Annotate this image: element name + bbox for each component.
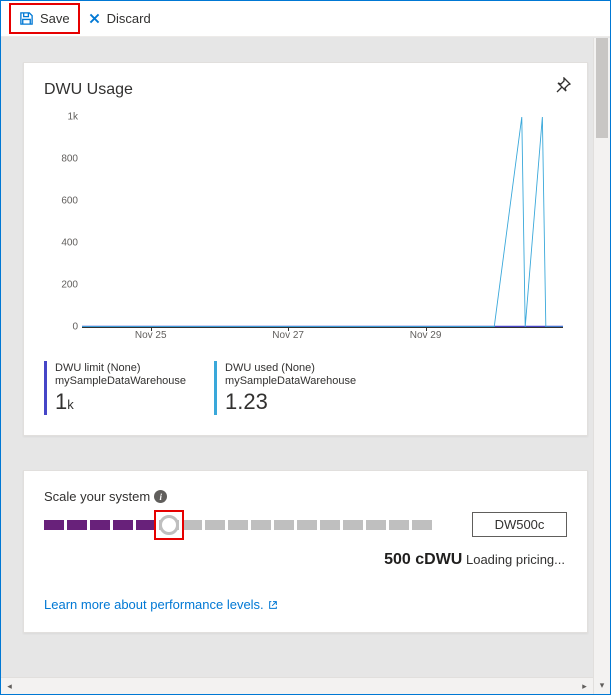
slider-segment[interactable] [412, 520, 432, 530]
close-icon [88, 12, 101, 25]
horizontal-scrollbar[interactable]: ◂ ▸ [1, 677, 593, 694]
slider-segment[interactable] [274, 520, 294, 530]
tier-value-box[interactable]: DW500c [472, 512, 567, 537]
x-tick-label: Nov 27 [272, 330, 304, 341]
scale-section-label: Scale your system i [44, 489, 567, 504]
slider-segment[interactable] [297, 520, 317, 530]
slider-thumb[interactable] [159, 515, 179, 535]
slider-segment[interactable] [228, 520, 248, 530]
summary-value: 500 cDWU [384, 551, 462, 568]
scale-card: Scale your system i DW500c 500 cDWU Load… [23, 470, 588, 633]
scroll-down-arrow[interactable]: ▾ [594, 677, 610, 694]
content-pane: DWU Usage 1k8006004002000 Nov 25Nov 27No… [1, 37, 610, 692]
discard-button[interactable]: Discard [80, 5, 159, 32]
y-tick-label: 400 [52, 238, 78, 249]
slider-segment[interactable] [182, 520, 202, 530]
pricing-summary: 500 cDWU Loading pricing... [44, 551, 567, 569]
slider-segment[interactable] [366, 520, 386, 530]
legend-item: DWU used (None)mySampleDataWarehouse 1.23 [214, 361, 356, 415]
save-icon [19, 11, 34, 26]
x-tick-label: Nov 29 [410, 330, 442, 341]
vertical-scroll-thumb[interactable] [596, 38, 608, 138]
slider-row: DW500c [44, 512, 567, 537]
chart-legend: DWU limit (None)mySampleDataWarehouse1kD… [44, 361, 567, 415]
learn-link-text: Learn more about performance levels. [44, 597, 264, 612]
save-button[interactable]: Save [9, 3, 80, 34]
y-tick-label: 200 [52, 280, 78, 291]
chart-title: DWU Usage [44, 81, 567, 99]
slider-segment[interactable] [389, 520, 409, 530]
slider-segment[interactable] [67, 520, 87, 530]
legend-label: DWU used (None) [225, 361, 356, 375]
discard-label: Discard [107, 11, 151, 26]
vertical-scrollbar[interactable]: ▴ ▾ [593, 38, 610, 694]
info-icon[interactable]: i [154, 490, 167, 503]
learn-more-link[interactable]: Learn more about performance levels. [44, 597, 278, 612]
summary-suffix: Loading pricing... [466, 552, 565, 567]
y-tick-label: 800 [52, 154, 78, 165]
dwu-usage-card: DWU Usage 1k8006004002000 Nov 25Nov 27No… [23, 62, 588, 436]
legend-sublabel: mySampleDataWarehouse [55, 375, 186, 387]
slider-segment[interactable] [251, 520, 271, 530]
chart-x-axis: Nov 25 Nov 27 Nov 29 [82, 327, 563, 345]
chart-lines [82, 117, 563, 327]
y-tick-label: 600 [52, 196, 78, 207]
legend-value: 1k [55, 389, 186, 415]
tier-slider[interactable] [44, 520, 432, 530]
legend-item: DWU limit (None)mySampleDataWarehouse 1k [44, 361, 186, 415]
scale-label-text: Scale your system [44, 489, 150, 504]
slider-segment[interactable] [136, 520, 156, 530]
y-tick-label: 0 [52, 322, 78, 333]
legend-label: DWU limit (None) [55, 361, 186, 375]
legend-sublabel: mySampleDataWarehouse [225, 375, 356, 387]
legend-value: 1.23 [225, 389, 356, 415]
chart-plot-area: 1k8006004002000 [82, 117, 563, 327]
slider-segment[interactable] [44, 520, 64, 530]
pin-icon[interactable] [555, 77, 571, 96]
slider-segment[interactable] [205, 520, 225, 530]
external-link-icon [268, 600, 278, 610]
slider-segment[interactable] [320, 520, 340, 530]
save-label: Save [40, 11, 70, 26]
scroll-left-arrow[interactable]: ◂ [1, 678, 18, 694]
slider-segment[interactable] [113, 520, 133, 530]
toolbar: Save Discard [1, 1, 610, 37]
slider-segment[interactable] [343, 520, 363, 530]
scroll-right-arrow[interactable]: ▸ [576, 678, 593, 694]
slider-segment[interactable] [90, 520, 110, 530]
y-tick-label: 1k [52, 112, 78, 123]
x-tick-label: Nov 25 [135, 330, 167, 341]
